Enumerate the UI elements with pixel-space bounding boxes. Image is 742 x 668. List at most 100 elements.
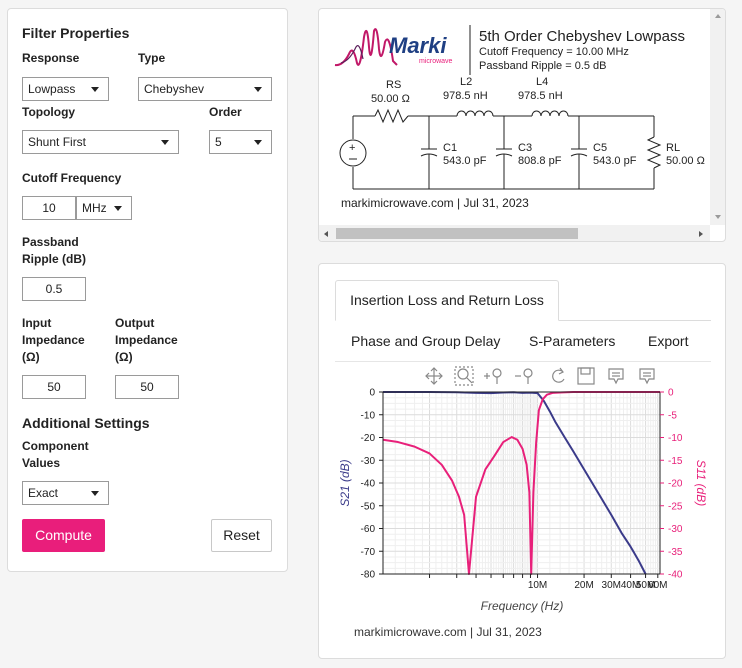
pan-icon[interactable] <box>425 367 443 385</box>
rl-name: RL <box>666 142 680 154</box>
x-tick-label: 20M <box>574 580 593 591</box>
chart-footer: markimicrowave.com | Jul 31, 2023 <box>354 625 542 639</box>
svg-text:+: + <box>349 142 355 154</box>
y-tick-label: -60 <box>361 524 376 535</box>
order-select[interactable]: 5 <box>209 130 272 154</box>
y-tick-label: 0 <box>369 388 375 399</box>
y-tick-label: -20 <box>361 433 376 444</box>
x-tick-label: 30M <box>602 580 621 591</box>
zoom-box-icon[interactable] <box>454 366 474 386</box>
resistor-rs <box>374 108 409 124</box>
schematic-title: 5th Order Chebyshev Lowpass <box>479 28 685 45</box>
schematic-footer: markimicrowave.com | Jul 31, 2023 <box>341 196 529 210</box>
scroll-left-arrow[interactable] <box>324 231 328 237</box>
rs-name: RS <box>386 79 401 91</box>
logo-waveform-icon <box>334 28 398 67</box>
output-impedance-label-line1: Output <box>115 316 155 330</box>
y2-tick-label: -10 <box>668 433 683 444</box>
c5-name: C5 <box>593 142 607 154</box>
output-impedance-input[interactable]: 50 <box>115 375 179 399</box>
rs-value: 50.00 Ω <box>371 93 410 105</box>
y2-axis-ticks: 0 -5 -10 -15 -20 -25 -30 -35 -40 <box>660 388 683 581</box>
topology-label: Topology <box>22 105 76 119</box>
type-label: Type <box>138 51 166 65</box>
tab-s-parameters[interactable]: S-Parameters <box>529 333 615 349</box>
ripple-label: Passband Ripple (dB) <box>22 234 86 268</box>
horizontal-scrollbar[interactable] <box>319 225 710 241</box>
output-impedance-label-line3: (Ω) <box>115 350 133 364</box>
tab-export[interactable]: Export <box>648 333 688 349</box>
c3-name: C3 <box>518 142 532 154</box>
input-impedance-label-line1: Input <box>22 316 52 330</box>
scroll-down-arrow[interactable] <box>715 215 721 219</box>
zoom-out-icon[interactable] <box>515 368 533 384</box>
y2-tick-label: -20 <box>668 479 683 490</box>
save-icon[interactable] <box>577 367 595 385</box>
reset-icon[interactable] <box>552 367 565 383</box>
chart-grid <box>383 391 660 575</box>
response-label: Response <box>22 51 80 65</box>
component-values-label-line2: Values <box>22 456 61 470</box>
chevron-down-icon <box>91 491 99 496</box>
input-impedance-label-line3: (Ω) <box>22 350 40 364</box>
y-axis-label: S21 (dB) <box>338 459 352 506</box>
y2-tick-label: -15 <box>668 456 683 467</box>
cutoff-unit-select[interactable]: MHz <box>76 196 132 220</box>
ripple-input[interactable]: 0.5 <box>22 277 86 301</box>
hover-icon[interactable] <box>608 368 624 385</box>
schematic-cutoff-text: Cutoff Frequency = 10.00 MHz <box>479 46 629 58</box>
response-select[interactable]: Lowpass <box>22 77 109 101</box>
y-tick-label: -50 <box>361 501 376 512</box>
logo-text: Marki <box>389 33 447 58</box>
l2-name: L2 <box>460 76 472 88</box>
vertical-scrollbar[interactable] <box>710 9 725 225</box>
output-impedance-label-line2: Impedance <box>115 333 178 347</box>
y2-axis-label: S11 (dB) <box>694 460 708 506</box>
schematic-panel: Marki microwave 5th Order Chebyshev Lowp… <box>318 8 726 242</box>
y-tick-label: -30 <box>361 456 376 467</box>
scroll-right-arrow[interactable] <box>699 231 703 237</box>
y2-tick-label: -35 <box>668 547 683 558</box>
hover-compare-icon[interactable] <box>639 368 655 385</box>
tab-phase-group-delay[interactable]: Phase and Group Delay <box>351 333 500 349</box>
plot-chart[interactable]: 0 -10 -20 -30 -40 -50 -60 -70 -80 0 -5 -10 -15 -20 -2… <box>319 362 727 652</box>
schematic-ripple-text: Passband Ripple = 0.5 dB <box>479 60 607 72</box>
chevron-down-icon <box>114 206 122 211</box>
y-tick-label: -70 <box>361 547 376 558</box>
input-impedance-input[interactable]: 50 <box>22 375 86 399</box>
order-label: Order <box>209 105 242 119</box>
reset-button[interactable]: Reset <box>211 519 272 552</box>
ripple-label-line2: Ripple (dB) <box>22 252 86 266</box>
c1-value: 543.0 pF <box>443 155 487 167</box>
schematic-drawing: Marki microwave 5th Order Chebyshev Lowp… <box>334 25 705 210</box>
horizontal-scroll-thumb[interactable] <box>336 228 578 239</box>
input-impedance-label-line2: Impedance <box>22 333 85 347</box>
cutoff-input[interactable]: 10 <box>22 196 76 220</box>
y2-tick-label: 0 <box>668 388 674 399</box>
x-axis-label: Frequency (Hz) <box>481 599 564 613</box>
component-values-label-line1: Component <box>22 439 89 453</box>
x-tick-label: 60M <box>648 580 667 591</box>
y-tick-label: -80 <box>361 570 376 581</box>
compute-button[interactable]: Compute <box>22 519 105 552</box>
tab-insertion-loss[interactable]: Insertion Loss and Return Loss <box>335 280 559 321</box>
chevron-down-icon <box>161 140 169 145</box>
response-value: Lowpass <box>28 82 76 96</box>
component-values-value: Exact <box>28 486 59 500</box>
x-axis-ticks: 10M 20M 30M 40M50M60M <box>429 574 668 591</box>
c1-name: C1 <box>443 142 457 154</box>
ripple-label-line1: Passband <box>22 235 79 249</box>
l4-value: 978.5 nH <box>518 90 563 102</box>
chevron-down-icon <box>91 87 99 92</box>
cutoff-unit-value: MHz <box>82 201 107 215</box>
scroll-up-arrow[interactable] <box>715 14 721 18</box>
component-values-select[interactable]: Exact <box>22 481 109 505</box>
topology-select[interactable]: Shunt First <box>22 130 179 154</box>
y2-tick-label: -25 <box>668 501 683 512</box>
type-select[interactable]: Chebyshev <box>138 77 272 101</box>
chevron-down-icon <box>254 140 262 145</box>
plot-panel: Insertion Loss and Return Loss Phase and… <box>318 263 726 659</box>
zoom-in-icon[interactable] <box>484 368 502 384</box>
c5-value: 543.0 pF <box>593 155 637 167</box>
y-axis-ticks: 0 -10 -20 -30 -40 -50 -60 -70 -80 <box>361 388 383 581</box>
